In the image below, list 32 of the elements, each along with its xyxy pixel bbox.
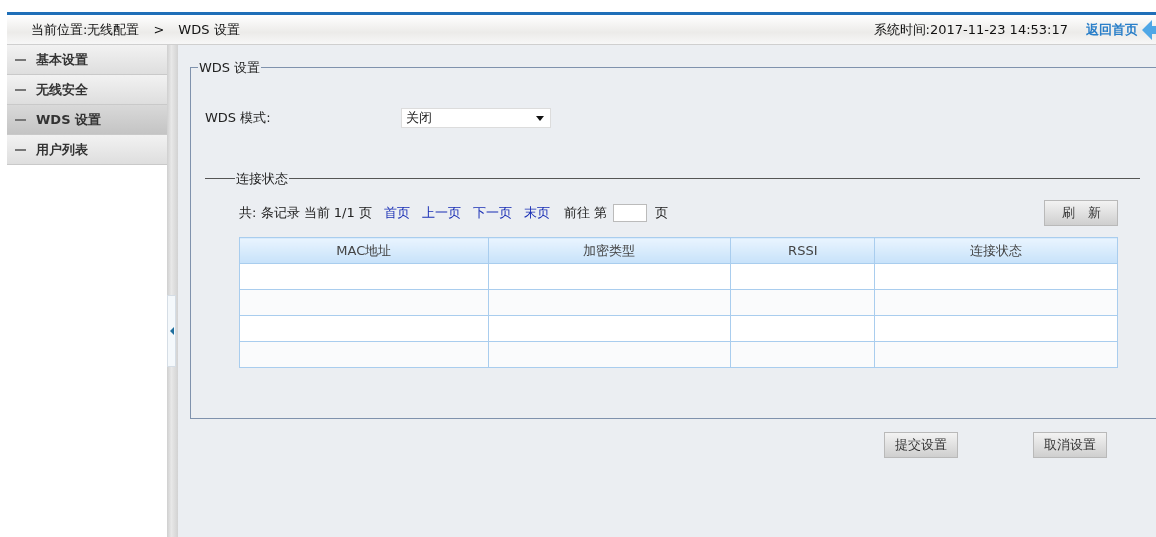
page-input[interactable]: [613, 204, 647, 222]
home-link[interactable]: 返回首页: [1086, 20, 1138, 39]
column-header: 加密类型: [488, 237, 731, 264]
sidebar-item[interactable]: 无线安全: [7, 75, 167, 105]
goto-label: 前往 第: [563, 204, 607, 222]
pager-link[interactable]: 首页: [383, 204, 410, 222]
breadcrumb-location: 当前位置:无线配置: [31, 20, 140, 39]
panel-title: WDS 设置: [198, 59, 262, 77]
breadcrumb-separator: >: [153, 22, 165, 37]
field-label: WDS 模式:: [205, 109, 272, 127]
sidebar-item[interactable]: WDS 设置: [7, 105, 167, 135]
breadcrumb-current: WDS 设置: [178, 20, 240, 39]
action-button[interactable]: 提交设置: [884, 432, 958, 458]
mode-dropdown[interactable]: 关闭: [401, 108, 551, 128]
pager-link[interactable]: 上一页: [421, 204, 461, 222]
column-header: RSSI: [730, 237, 875, 264]
caret-icon: [536, 115, 544, 121]
section-title: 连接状态: [235, 170, 289, 188]
sidebar-item[interactable]: 用户列表: [7, 135, 167, 165]
refresh-button[interactable]: 刷 新: [1044, 200, 1118, 226]
collapse-arrow-icon: [169, 327, 174, 335]
sidebar-item[interactable]: 基本设置: [7, 45, 167, 75]
pager-link[interactable]: 末页: [523, 204, 550, 222]
action-button[interactable]: 取消设置: [1033, 432, 1107, 458]
column-header: MAC地址: [239, 237, 489, 264]
collapse-handle[interactable]: [167, 295, 176, 367]
back-arrow-icon[interactable]: [1142, 18, 1156, 41]
record-summary: 共: 条记录 当前 1/1 页: [239, 204, 372, 222]
pager-link[interactable]: 下一页: [472, 204, 512, 222]
column-header: 连接状态: [874, 237, 1118, 264]
goto-suffix: 页: [655, 204, 668, 222]
system-time: 系统时间:2017-11-23 14:53:17: [873, 20, 1068, 39]
